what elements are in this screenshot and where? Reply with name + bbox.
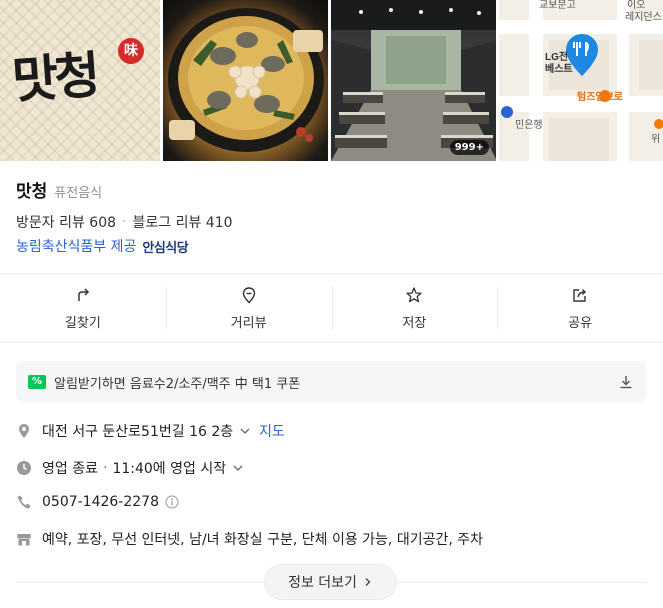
- bank-marker-icon: [500, 106, 513, 118]
- logo-text: 맛청: [10, 45, 99, 110]
- place-name: 맛청: [16, 182, 48, 202]
- interior-illustration: [331, 0, 496, 161]
- save-button[interactable]: 저장: [331, 274, 498, 342]
- logo-seal: 味: [118, 38, 144, 64]
- more-info-button[interactable]: 정보 더보기: [264, 564, 397, 600]
- blog-review-count[interactable]: 블로그 리뷰 410: [132, 212, 232, 232]
- directions-button[interactable]: 길찾기: [0, 274, 166, 342]
- store-icon: [17, 534, 31, 546]
- amenities-text: 예약, 포장, 무선 인터넷, 남/녀 화장실 구분, 단체 이용 가능, 대기…: [42, 532, 484, 548]
- directions-label: 길찾기: [64, 315, 101, 331]
- chevron-right-icon: [365, 578, 371, 586]
- star-icon: [406, 286, 423, 302]
- review-summary: 방문자 리뷰 608 · 블로그 리뷰 410: [16, 212, 233, 232]
- logo-photo[interactable]: 맛청 味: [0, 0, 161, 161]
- map-label: 이오: [627, 0, 645, 11]
- action-bar: 길찾기 거리뷰 저장 공유: [0, 273, 663, 343]
- download-icon[interactable]: [618, 374, 634, 390]
- interior-photo[interactable]: 999+: [331, 0, 496, 161]
- location-pin-icon: [19, 424, 29, 438]
- share-icon: [573, 288, 587, 302]
- clock-icon: [17, 461, 31, 475]
- info-icon[interactable]: [165, 495, 179, 509]
- map-link[interactable]: 지도: [259, 421, 285, 441]
- separator-dot: ·: [122, 214, 127, 230]
- certification-provider: 농림축산식품부 제공: [16, 239, 137, 255]
- opening-hours: 11:40에 영업 시작: [112, 461, 227, 477]
- more-info-label: 정보 더보기: [288, 575, 357, 591]
- street-view-button[interactable]: 거리뷰: [165, 274, 332, 342]
- coupon-banner[interactable]: % 알림받기하면 음료수2/소주/맥주 中 택1 쿠폰: [16, 361, 646, 403]
- share-button[interactable]: 공유: [497, 274, 663, 342]
- photo-count-badge[interactable]: 999+: [449, 140, 489, 155]
- map-label: 베스트: [545, 62, 573, 75]
- map-label: 민은행: [515, 119, 543, 131]
- hotpot-illustration: [168, 8, 325, 152]
- address-row: 대전 서구 둔산로51번길 16 2층 지도: [16, 421, 285, 441]
- address-text: 대전 서구 둔산로51번길 16 2층: [42, 424, 234, 440]
- certification-row[interactable]: 농림축산식품부 제공 안심식당: [16, 236, 189, 256]
- directions-icon: [78, 287, 89, 301]
- map-label: 위: [651, 132, 660, 145]
- street-view-icon: [242, 286, 255, 303]
- chevron-down-icon[interactable]: [232, 462, 244, 474]
- hours-row: 영업 종료 · 11:40에 영업 시작: [16, 458, 244, 478]
- phone-icon: [17, 495, 31, 509]
- map-illustration: 교보문고 이오 레지던스 LG전 베스트 텀즈업브로 민은행 위: [498, 0, 663, 161]
- map-label: 레지던스: [625, 11, 662, 23]
- amenities-row: 예약, 포장, 무선 인터넷, 남/녀 화장실 구분, 단체 이용 가능, 대기…: [16, 529, 483, 549]
- share-label: 공유: [568, 315, 593, 331]
- more-info-section: 정보 더보기: [0, 564, 663, 608]
- phone-number[interactable]: 0507-1426-2278: [42, 494, 159, 510]
- safe-restaurant-badge: 안심식당: [142, 240, 189, 256]
- map-thumbnail[interactable]: 교보문고 이오 레지던스 LG전 베스트 텀즈업브로 민은행 위: [498, 0, 663, 161]
- place-title-row: 맛청 퓨전음식: [16, 177, 102, 202]
- place-category: 퓨전음식: [54, 186, 103, 201]
- phone-row: 0507-1426-2278: [16, 494, 179, 510]
- street-view-label: 거리뷰: [230, 315, 267, 331]
- visitor-review-count[interactable]: 방문자 리뷰 608: [16, 212, 116, 232]
- business-status: 영업 종료: [42, 461, 98, 477]
- food-photo[interactable]: [163, 0, 328, 161]
- coupon-icon: %: [28, 375, 46, 389]
- map-label: 교보문고: [539, 0, 576, 11]
- separator-dot: ·: [102, 460, 108, 476]
- save-label: 저장: [402, 315, 427, 331]
- map-label: LG전: [545, 50, 568, 63]
- map-label: 텀즈업브로: [577, 90, 623, 103]
- chevron-down-icon[interactable]: [239, 425, 251, 437]
- coupon-text: 알림받기하면 음료수2/소주/맥주 中 택1 쿠폰: [54, 376, 301, 392]
- photo-strip: 맛청 味 999+ 교보문고 이오 레지던스 LG전 베스트 텀즈업브로 민은행…: [0, 0, 663, 161]
